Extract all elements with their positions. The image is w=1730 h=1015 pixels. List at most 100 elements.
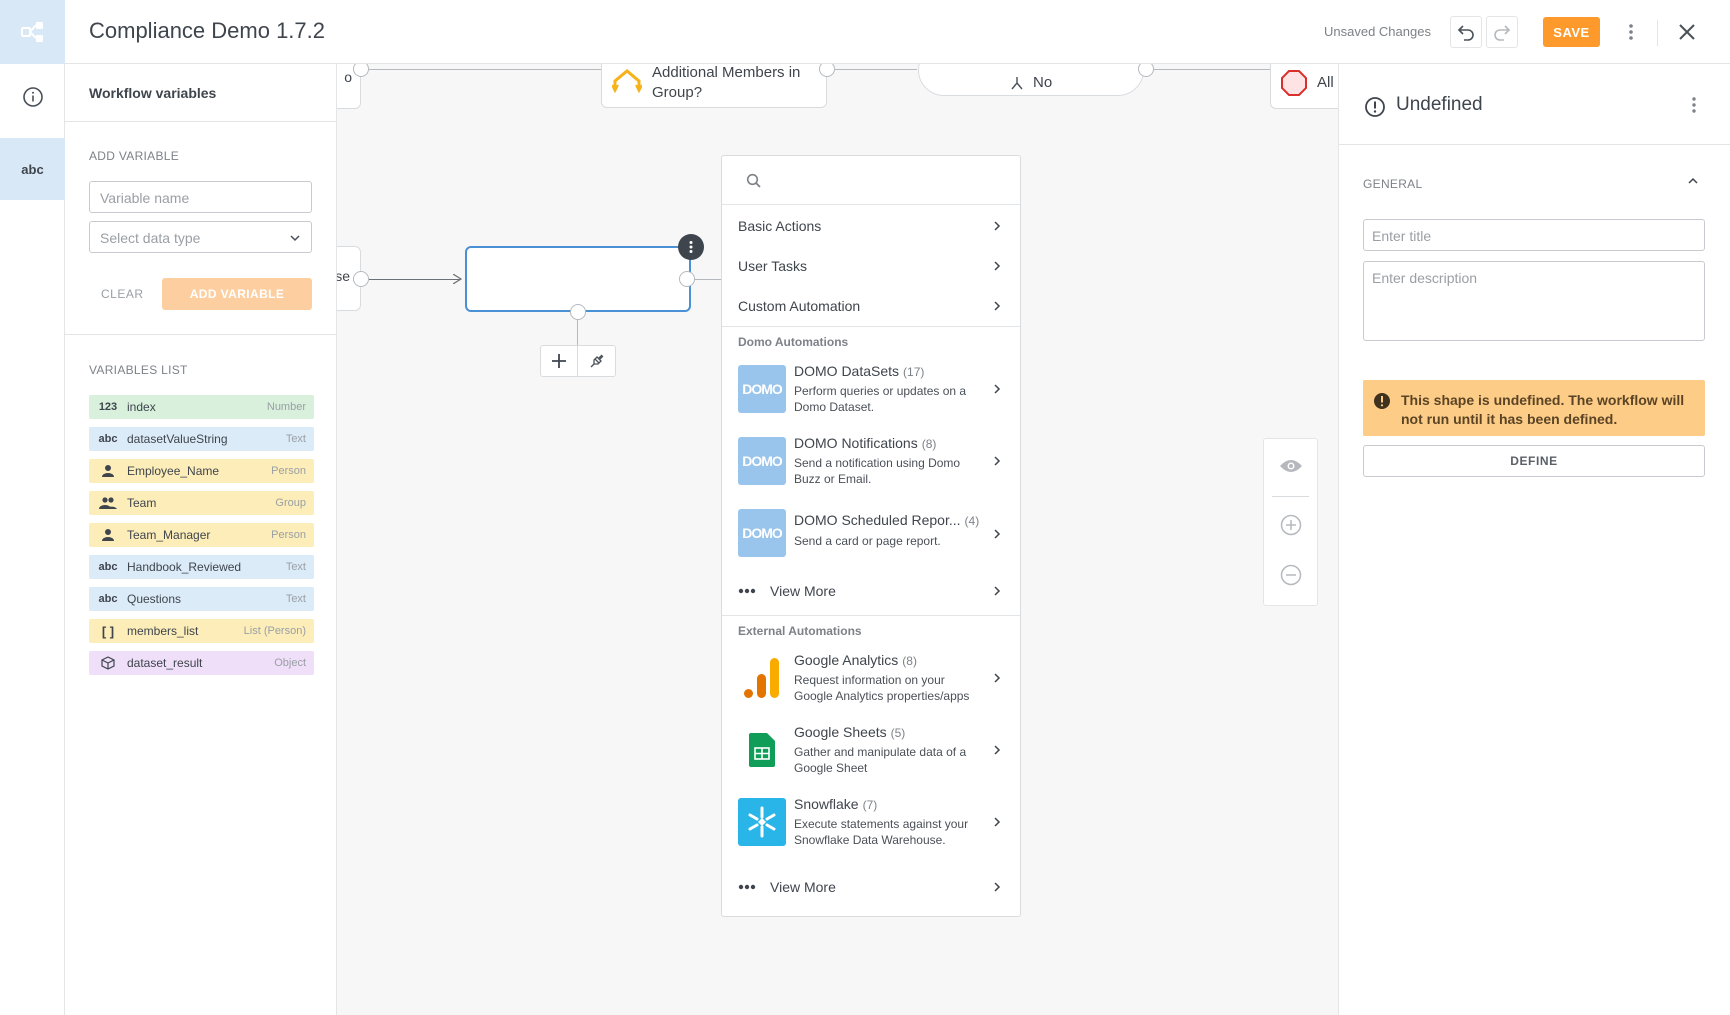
variable-name: Questions [127,592,182,606]
node-port[interactable] [819,64,835,77]
node-action-toolbar [540,345,616,377]
collapse-general-button[interactable] [1686,174,1704,192]
divider [722,204,1020,205]
variable-item-index[interactable]: 123 index Number [89,395,314,419]
connector-line [369,279,461,280]
variable-item-members_list[interactable]: [ ] members_list List (Person) [89,619,314,643]
person-icon [89,464,127,478]
ellipsis-icon [738,884,756,890]
menu-item-user-tasks[interactable]: User Tasks [722,246,1020,286]
info-rail-button[interactable] [0,65,65,129]
connector-line [369,69,631,70]
gateway-split-icon [612,69,642,94]
menu-item-basic-actions[interactable]: Basic Actions [722,206,1020,246]
automation-snowflake[interactable]: Snowflake (7) Execute statements against … [722,789,1020,855]
automation-desc: Send a notification using Domo Buzz or E… [794,456,961,486]
view-more-label: View More [770,879,836,895]
add-variable-label: ADD VARIABLE [89,149,180,163]
node-port[interactable] [570,304,586,320]
variable-item-Team_Manager[interactable]: Team_Manager Person [89,523,314,547]
data-type-placeholder: Select data type [100,230,201,246]
divider [65,121,337,122]
variable-type: Text [285,433,306,445]
gateway-node[interactable]: Additional Members in Group? [601,64,827,108]
unsaved-changes-label: Unsaved Changes [1324,24,1431,39]
node-port[interactable] [353,271,369,287]
save-button[interactable]: SAVE [1543,17,1600,47]
domo-automations-heading: Domo Automations [738,335,849,349]
redo-button[interactable] [1486,16,1518,48]
description-textarea[interactable]: Enter description [1363,261,1705,341]
group-icon [89,496,127,510]
workflow-icon-button[interactable] [0,0,65,64]
automation-domo-scheduled-reports[interactable]: DOMO DOMO Scheduled Repor... (4) Send a c… [722,500,1020,566]
variable-name: datasetValueString [127,432,228,446]
zoom-out-button[interactable] [1264,551,1317,599]
variable-type: Person [271,529,306,541]
close-icon [1679,24,1695,40]
zoom-out-icon [1280,564,1301,586]
variable-item-Team[interactable]: Team Group [89,491,314,515]
define-button[interactable]: DEFINE [1363,445,1705,477]
node-port[interactable] [353,64,369,77]
domo-logo: DOMO [738,509,786,557]
chevron-right-icon [994,673,1001,683]
cube-icon [89,656,127,670]
variable-item-Questions[interactable]: abc Questions Text [89,587,314,611]
add-node-button[interactable] [541,346,578,376]
connector-line [1154,69,1284,70]
menu-item-label: Basic Actions [738,218,822,234]
variables-rail-button[interactable]: abc [0,138,65,200]
view-more-external[interactable]: View More [722,867,1020,907]
variable-item-dataset_result[interactable]: dataset_result Object [89,651,314,675]
variable-item-datasetValueString[interactable]: abc datasetValueString Text [89,427,314,451]
automation-google-sheets[interactable]: Google Sheets (5) Gather and manipulate d… [722,717,1020,783]
close-button[interactable] [1676,21,1698,43]
zoom-in-button[interactable] [1264,501,1317,549]
node-port[interactable] [679,271,695,287]
person-icon [89,528,127,542]
kebab-icon [1629,24,1633,40]
variable-type: Person [271,465,306,477]
undo-button[interactable] [1450,16,1482,48]
title-input[interactable]: Enter title [1363,219,1705,251]
node-options-button[interactable] [678,234,704,260]
menu-search-input[interactable] [722,156,1020,204]
node-port[interactable] [1138,64,1154,77]
automation-google-analytics[interactable]: Google Analytics (8) Request information … [722,645,1020,711]
undefined-selected-node[interactable] [465,246,691,312]
menu-item-custom-automation[interactable]: Custom Automation [722,286,1020,326]
variable-name-input[interactable]: Variable name [89,181,312,213]
automation-domo-datasets[interactable]: DOMO DOMO DataSets (17) Perform queries o… [722,356,1020,422]
add-variable-button[interactable]: ADD VARIABLE [162,278,312,310]
no-branch-node[interactable]: No [918,64,1144,96]
end-node[interactable]: All [1270,64,1338,109]
automation-count: (4) [964,514,980,528]
connect-node-button[interactable] [578,346,615,376]
zoom-in-icon [1280,514,1301,536]
more-menu-button[interactable] [1621,22,1641,42]
info-icon [22,87,43,107]
variable-type: Text [285,593,306,605]
warning-icon [1374,393,1390,409]
chevron-right-icon [994,817,1001,827]
chevron-right-icon [994,882,1001,892]
automation-domo-notifications[interactable]: DOMO DOMO Notifications (8) Send a notifi… [722,428,1020,494]
clear-button[interactable]: CLEAR [101,287,144,301]
preview-button[interactable] [1264,439,1317,493]
text-type-icon: abc [98,433,118,445]
automation-desc: Execute statements against your Snowflak… [794,817,969,847]
variable-type: List (Person) [243,625,306,637]
connector-line [835,69,917,70]
chevron-down-icon [290,235,300,242]
automation-desc: Perform queries or updates on a Domo Dat… [794,384,967,414]
view-more-domo[interactable]: View More [722,571,1020,611]
data-type-select[interactable]: Select data type [89,221,312,253]
variable-item-Handbook_Reviewed[interactable]: abc Handbook_Reviewed Text [89,555,314,579]
abc-icon: abc [21,161,44,177]
list-type-icon: [ ] [101,623,115,639]
divider [65,334,337,335]
variable-item-Employee_Name[interactable]: Employee_Name Person [89,459,314,483]
text-type-icon: abc [98,561,118,573]
shape-options-button[interactable] [1684,95,1704,119]
